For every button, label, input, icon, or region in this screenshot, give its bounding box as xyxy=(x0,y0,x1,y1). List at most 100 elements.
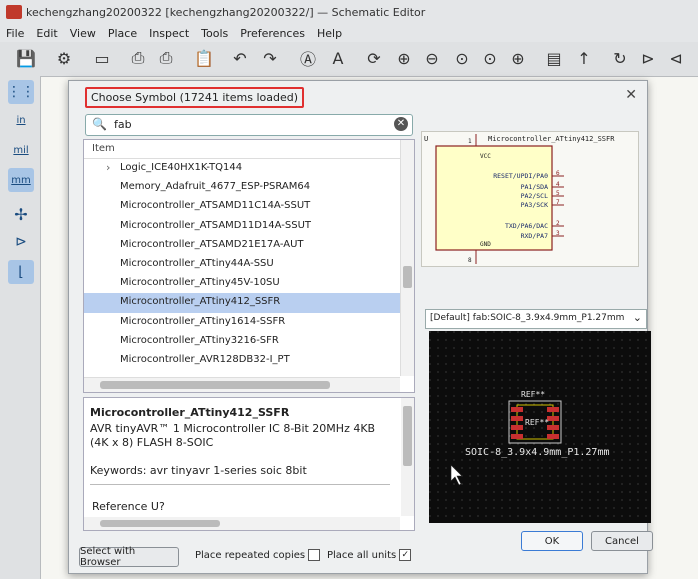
symbol-search-input[interactable]: 🔍 fab ✕ xyxy=(85,114,413,136)
symbol-gnd-pin-name: GND xyxy=(480,241,491,248)
list-item[interactable]: Microcontroller_ATSAMD11D14A-SSUT xyxy=(84,217,400,236)
find-replace-icon[interactable]: A xyxy=(326,46,350,70)
list-item[interactable]: Microcontroller_ATSAMD11C14A-SSUT xyxy=(84,197,400,216)
schematic-setup-icon[interactable]: ⚙ xyxy=(52,46,76,70)
save-icon[interactable]: 💾 xyxy=(14,46,38,70)
menu-place[interactable]: Place xyxy=(102,27,143,40)
list-item[interactable]: Microcontroller_ATtiny45V-10SU xyxy=(84,274,400,293)
list-item[interactable]: Microcontroller_AVR128DB32-I_PT xyxy=(84,351,400,370)
symbol-pin-number: 2 xyxy=(556,220,560,227)
list-item[interactable]: Memory_Adafruit_4677_ESP-PSRAM64 xyxy=(84,178,400,197)
tree-column-header: Item xyxy=(84,140,400,159)
footprint-selector[interactable]: [Default] fab:SOIC-8_3.9x4.9mm_P1.27mm ⌄ xyxy=(425,309,647,329)
clear-search-icon[interactable]: ✕ xyxy=(394,117,408,131)
zoom-out-icon[interactable]: ⊖ xyxy=(420,46,444,70)
symbol-vcc-pin-num: 1 xyxy=(468,138,472,145)
search-value: fab xyxy=(114,118,132,131)
list-item[interactable]: › Logic_ICE40HX1K-TQ144 xyxy=(84,159,400,178)
mirror-v-icon[interactable]: ⊲ xyxy=(664,46,688,70)
undo-icon[interactable]: ↶ xyxy=(228,46,252,70)
menu-help[interactable]: Help xyxy=(311,27,348,40)
list-item[interactable]: Microcontroller_ATtiny44A-SSU xyxy=(84,255,400,274)
footprint-ref-center: REF** xyxy=(525,418,549,427)
symbol-pin-name: PA3/SCK xyxy=(521,201,548,209)
chevron-down-icon: ⌄ xyxy=(632,311,642,324)
close-icon[interactable]: ✕ xyxy=(625,87,637,103)
page-settings-icon[interactable]: ▭ xyxy=(90,46,114,70)
tree-vertical-scrollbar[interactable] xyxy=(400,140,414,376)
place-repeated-label: Place repeated copies xyxy=(195,549,306,561)
plot-icon[interactable]: ⎙ xyxy=(154,46,178,70)
ok-button[interactable]: OK xyxy=(521,531,583,551)
symbol-pin-name: PA2/SCL xyxy=(521,192,548,200)
window-titlebar: kechengzhang20200322 [kechengzhang202003… xyxy=(0,0,698,24)
rotate-icon[interactable]: ↻ xyxy=(608,46,632,70)
symbol-tree[interactable]: Item › Logic_ICE40HX1K-TQ144 Memory_Adafr… xyxy=(83,139,415,393)
paste-icon[interactable]: 📋 xyxy=(192,46,216,70)
cursor-full-crosshair-icon[interactable]: ✢ xyxy=(8,202,34,226)
zoom-in-icon[interactable]: ⊕ xyxy=(392,46,416,70)
grid-toggle-icon[interactable]: ⋮⋮ xyxy=(7,80,35,104)
redo-icon[interactable]: ↷ xyxy=(258,46,282,70)
window-title: kechengzhang20200322 [kechengzhang202003… xyxy=(26,5,426,19)
symbol-pin-name: RESET/UPDI/PA0 xyxy=(493,172,548,180)
symbol-pin-name: TXD/PA6/DAC xyxy=(505,222,548,230)
symbol-pin-number: 4 xyxy=(556,181,560,188)
units-mm-button[interactable]: mm xyxy=(8,168,34,192)
hidden-pins-icon[interactable]: ⊳ xyxy=(8,230,34,254)
place-all-units-box[interactable]: ✓ xyxy=(399,549,412,561)
menu-preferences[interactable]: Preferences xyxy=(234,27,311,40)
menu-file[interactable]: File xyxy=(0,27,30,40)
footprint-preview: REF** REF** SOIC-8_3.9x4.9mm_P1.27mm xyxy=(429,331,651,523)
left-toolbar: ⋮⋮ in mil mm ✢ ⊳ ⌊ xyxy=(0,76,41,579)
symbol-preview: U Microcontroller_ATtiny412_SSFR 1 VCC 8… xyxy=(421,131,639,267)
details-horizontal-scrollbar[interactable] xyxy=(84,517,400,530)
mirror-icon[interactable]: ⊳ xyxy=(636,46,660,70)
kicad-app-icon xyxy=(6,5,22,19)
choose-symbol-dialog: Choose Symbol (17241 items loaded) ✕ 🔍 f… xyxy=(68,80,653,574)
menu-tools[interactable]: Tools xyxy=(195,27,234,40)
units-inch-button[interactable]: in xyxy=(8,108,34,132)
details-vertical-scrollbar[interactable] xyxy=(401,398,414,516)
symbol-name: Microcontroller_ATtiny412_SSFR xyxy=(90,406,290,419)
symbol-keywords: Keywords: avr tinyavr 1-series soic 8bit xyxy=(90,464,307,477)
list-item-selected[interactable]: Microcontroller_ATtiny412_SSFR xyxy=(84,293,400,313)
leave-sheet-icon[interactable]: ↑ xyxy=(572,46,596,70)
list-item[interactable]: Microcontroller_ATSAMD21E17A-AUT xyxy=(84,236,400,255)
select-with-browser-button[interactable]: Select with Browser xyxy=(79,546,179,568)
symbol-value-text: Microcontroller_ATtiny412_SSFR xyxy=(488,135,615,143)
list-item[interactable]: Microcontroller_ATtiny1614-SSFR xyxy=(84,313,400,332)
print-icon[interactable]: ⎙ xyxy=(126,46,150,70)
menu-bar: File Edit View Place Inspect Tools Prefe… xyxy=(0,24,698,42)
symbol-pin-name: RXD/PA7 xyxy=(521,232,548,240)
find-icon[interactable]: Ⓐ xyxy=(296,46,320,70)
hierarchy-navigator-icon[interactable]: ▤ xyxy=(542,46,566,70)
symbol-pin-number: 7 xyxy=(556,199,560,206)
zoom-selection-icon[interactable]: ⊕ xyxy=(506,46,530,70)
place-repeated-copies-checkbox[interactable]: Place repeated copies xyxy=(195,549,321,561)
zoom-fit-icon[interactable]: ⊙ xyxy=(450,46,474,70)
menu-inspect[interactable]: Inspect xyxy=(143,27,195,40)
zoom-objects-icon[interactable]: ⊙ xyxy=(478,46,502,70)
symbol-preview-svg: U Microcontroller_ATtiny412_SSFR 1 VCC 8… xyxy=(424,134,615,264)
cancel-button[interactable]: Cancel xyxy=(591,531,653,551)
main-toolbar: 💾 ⚙ ▭ ⎙ ⎙ 📋 ↶ ↷ Ⓐ A ⟳ ⊕ ⊖ ⊙ ⊙ ⊕ ▤ ↑ ↻ ⊳ … xyxy=(0,42,698,77)
footprint-selector-value: [Default] fab:SOIC-8_3.9x4.9mm_P1.27mm xyxy=(430,313,625,323)
dialog-title: Choose Symbol (17241 items loaded) xyxy=(85,87,304,108)
symbol-reference: Reference U? xyxy=(92,500,165,513)
tree-horizontal-scrollbar[interactable] xyxy=(84,377,400,392)
units-mil-button[interactable]: mil xyxy=(8,138,34,162)
place-repeated-box[interactable] xyxy=(308,549,321,561)
menu-view[interactable]: View xyxy=(64,27,102,40)
refresh-icon[interactable]: ⟳ xyxy=(362,46,386,70)
symbol-pin-number: 6 xyxy=(556,170,560,177)
place-all-units-checkbox[interactable]: Place all units ✓ xyxy=(327,549,412,561)
symbol-pin-number: 3 xyxy=(556,230,560,237)
symbol-details-panel: Microcontroller_ATtiny412_SSFR AVR tinyA… xyxy=(83,397,415,531)
list-item[interactable]: Microcontroller_ATtiny3216-SFR xyxy=(84,332,400,351)
symbol-ref-text: U xyxy=(424,135,428,143)
line-mode-icon[interactable]: ⌊ xyxy=(8,260,34,284)
chevron-right-icon[interactable]: › xyxy=(106,161,110,174)
footprint-ref-top: REF** xyxy=(521,390,545,399)
menu-edit[interactable]: Edit xyxy=(30,27,63,40)
